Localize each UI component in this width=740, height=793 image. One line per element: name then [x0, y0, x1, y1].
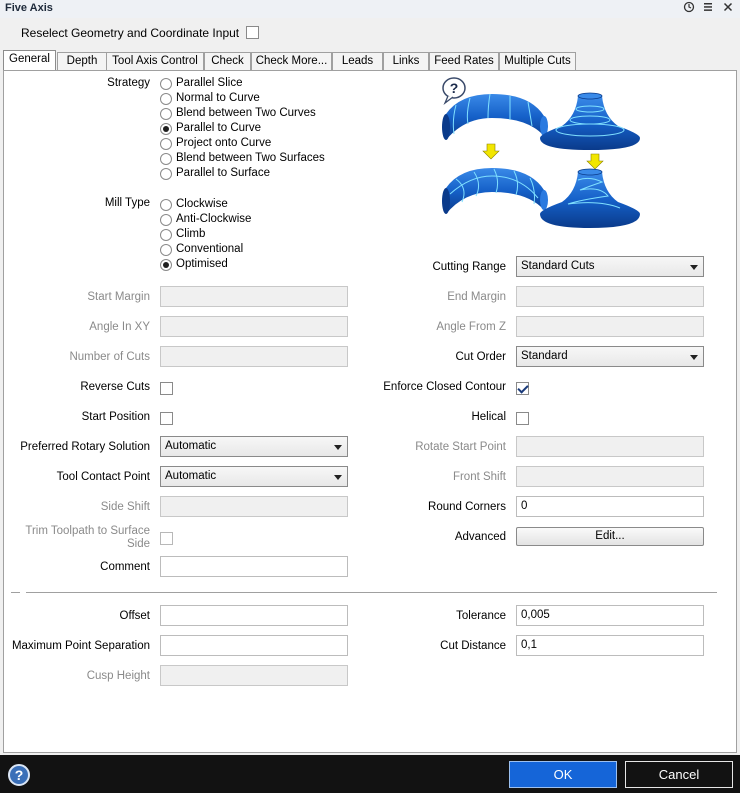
offset-input[interactable] — [160, 605, 348, 626]
reselect-row: Reselect Geometry and Coordinate Input — [21, 24, 260, 40]
tool-contact-point-label: Tool Contact Point — [56, 471, 150, 483]
tolerance-input[interactable]: 0,005 — [516, 605, 704, 626]
advanced-edit-button[interactable]: Edit... — [516, 527, 704, 546]
chevron-down-icon — [334, 445, 342, 450]
tab-check[interactable]: Check — [204, 52, 251, 71]
radio-icon — [160, 78, 172, 90]
tab-feed-rates[interactable]: Feed Rates — [429, 52, 499, 71]
angle-in-xy-input[interactable] — [160, 316, 348, 337]
radio-icon — [160, 138, 172, 150]
angle-from-z-input[interactable] — [516, 316, 704, 337]
helical-label: Helical — [471, 411, 506, 423]
tab-depth[interactable]: Depth — [57, 52, 107, 71]
max-point-separation-label: Maximum Point Separation — [11, 640, 150, 652]
end-margin-input[interactable] — [516, 286, 704, 307]
cut-order-select[interactable]: Standard — [516, 346, 704, 367]
radio-icon — [160, 199, 172, 211]
menu-icon[interactable] — [701, 1, 715, 15]
tab-links[interactable]: Links — [383, 52, 429, 71]
end-margin-label: End Margin — [447, 291, 506, 303]
tab-general[interactable]: General — [3, 50, 56, 72]
tolerance-label: Tolerance — [456, 610, 506, 622]
comment-input[interactable] — [160, 556, 348, 577]
pin-icon[interactable] — [682, 1, 696, 15]
cut-order-label: Cut Order — [455, 351, 507, 363]
cutting-range-select[interactable]: Standard Cuts — [516, 256, 704, 277]
title-bar: Five Axis — [0, 0, 740, 18]
dialog-footer: ? OK Cancel — [0, 755, 740, 793]
help-bubble-icon: ? — [442, 77, 466, 105]
reverse-cuts-label: Reverse Cuts — [80, 381, 150, 393]
preferred-rotary-label: Preferred Rotary Solution — [20, 441, 150, 453]
round-corners-input[interactable]: 0 — [516, 496, 704, 517]
chevron-down-icon — [334, 475, 342, 480]
rotate-start-point-input[interactable] — [516, 436, 704, 457]
strategy-preview-image: ? — [440, 76, 650, 236]
advanced-label: Advanced — [454, 531, 506, 543]
reselect-label: Reselect Geometry and Coordinate Input — [21, 26, 240, 40]
trim-toolpath-label: Trim Toolpath to Surface Side — [25, 525, 150, 550]
section-separator — [26, 592, 717, 593]
cut-distance-input[interactable]: 0,1 — [516, 635, 704, 656]
help-icon[interactable]: ? — [8, 764, 30, 786]
enforce-closed-contour-checkbox[interactable] — [516, 382, 529, 395]
radio-selected-icon — [160, 123, 172, 135]
svg-text:?: ? — [450, 80, 459, 96]
cutting-range-label: Cutting Range — [432, 261, 506, 273]
window-title: Five Axis — [5, 2, 53, 14]
cut-distance-label: Cut Distance — [440, 640, 506, 652]
angle-from-z-label: Angle From Z — [436, 321, 506, 333]
radio-icon — [160, 229, 172, 241]
start-position-label: Start Position — [81, 411, 150, 423]
radio-selected-icon — [160, 259, 172, 271]
strategy-label: Strategy — [107, 77, 150, 89]
offset-label: Offset — [119, 610, 150, 622]
preferred-rotary-select[interactable]: Automatic — [160, 436, 348, 457]
tab-multiple-cuts[interactable]: Multiple Cuts — [499, 52, 576, 71]
mill-type-label: Mill Type — [104, 197, 150, 209]
trim-toolpath-checkbox[interactable] — [160, 532, 173, 545]
reselect-checkbox[interactable] — [246, 26, 260, 39]
tab-tool-axis-control[interactable]: Tool Axis Control — [106, 52, 204, 71]
separator-stub — [11, 592, 20, 593]
side-shift-input[interactable] — [160, 496, 348, 517]
radio-icon — [160, 153, 172, 165]
cusp-height-input[interactable] — [160, 665, 348, 686]
cusp-height-label: Cusp Height — [86, 670, 150, 682]
close-icon[interactable] — [721, 1, 735, 15]
tab-check-more[interactable]: Check More... — [251, 52, 332, 71]
helical-checkbox[interactable] — [516, 412, 529, 425]
rotate-start-point-label: Rotate Start Point — [415, 441, 506, 453]
max-point-separation-input[interactable] — [160, 635, 348, 656]
side-shift-label: Side Shift — [100, 501, 150, 513]
number-of-cuts-input[interactable] — [160, 346, 348, 367]
reverse-cuts-checkbox[interactable] — [160, 382, 173, 395]
ok-button[interactable]: OK — [509, 761, 617, 788]
enforce-closed-contour-label: Enforce Closed Contour — [383, 381, 506, 393]
front-shift-input[interactable] — [516, 466, 704, 487]
radio-icon — [160, 214, 172, 226]
radio-icon — [160, 93, 172, 105]
number-of-cuts-label: Number of Cuts — [69, 351, 150, 363]
start-margin-label: Start Margin — [87, 291, 150, 303]
angle-in-xy-label: Angle In XY — [89, 321, 150, 333]
down-arrow-icon — [586, 153, 604, 170]
front-shift-label: Front Shift — [452, 471, 506, 483]
start-position-checkbox[interactable] — [160, 412, 173, 425]
radio-icon — [160, 244, 172, 256]
chevron-down-icon — [690, 355, 698, 360]
chevron-down-icon — [690, 265, 698, 270]
cancel-button[interactable]: Cancel — [625, 761, 733, 788]
comment-label: Comment — [100, 561, 150, 573]
tab-leads[interactable]: Leads — [332, 52, 383, 71]
start-margin-input[interactable] — [160, 286, 348, 307]
radio-icon — [160, 168, 172, 180]
down-arrow-icon — [482, 143, 500, 160]
round-corners-label: Round Corners — [428, 501, 506, 513]
radio-icon — [160, 108, 172, 120]
tool-contact-point-select[interactable]: Automatic — [160, 466, 348, 487]
